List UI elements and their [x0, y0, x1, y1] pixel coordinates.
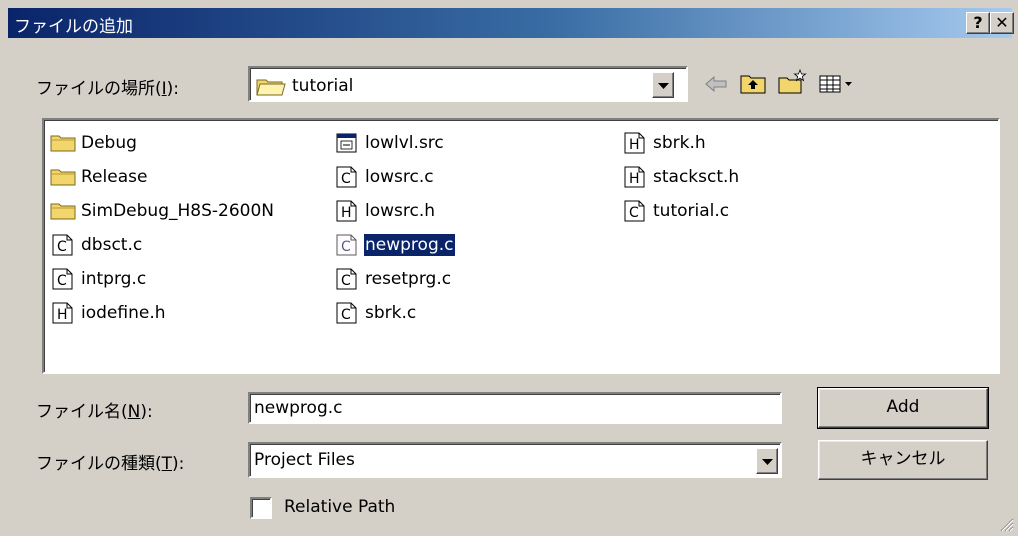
file-name-text: iodefine.h: [81, 303, 166, 323]
file-name-text: sbrk.c: [365, 303, 417, 323]
file-name-text: lowsrc.h: [365, 201, 436, 221]
svg-text:H: H: [629, 137, 640, 153]
svg-text:C: C: [341, 171, 351, 187]
folder-icon: [50, 166, 76, 191]
up-folder-icon[interactable]: [738, 66, 768, 102]
c-file-icon: C: [50, 268, 76, 295]
look-in-value: tutorial: [292, 76, 354, 96]
c-file-icon: C: [334, 166, 360, 193]
h-file-icon: H: [50, 302, 76, 329]
file-name-text: Release: [81, 167, 148, 187]
file-list[interactable]: Debug Release SimDebug_H8S-2600N Cdbsct.c Ci…: [42, 118, 1000, 374]
c-file-icon: C: [334, 302, 360, 329]
svg-text:C: C: [629, 205, 639, 221]
file-name-text: stacksct.h: [653, 167, 740, 187]
file-name-text: newprog.c: [363, 233, 456, 257]
relative-path-label[interactable]: Relative Path: [284, 497, 395, 517]
svg-text:C: C: [57, 273, 67, 289]
look-in-combo[interactable]: tutorial: [248, 66, 688, 102]
file-name-input[interactable]: newprog.c: [248, 392, 782, 424]
relative-path-checkbox[interactable]: [250, 497, 272, 519]
view-menu-icon[interactable]: [818, 66, 856, 102]
h-file-icon: H: [622, 166, 648, 193]
resize-grip-icon[interactable]: [998, 516, 1014, 532]
file-name-label: ファイル名(N):: [36, 402, 153, 422]
folder-icon: [50, 200, 76, 225]
asm-file-icon: [334, 132, 360, 159]
file-type-dropdown-button[interactable]: [756, 448, 778, 474]
c-file-icon: C: [50, 234, 76, 261]
back-arrow-icon[interactable]: [702, 66, 730, 102]
file-name-text: intprg.c: [81, 269, 147, 289]
file-name-text: sbrk.h: [653, 133, 706, 153]
c-file-icon: C: [334, 234, 360, 261]
title-bar[interactable]: ファイルの追加 ? ✕: [8, 8, 1014, 38]
file-name-text: dbsct.c: [81, 235, 143, 255]
file-name-value: newprog.c: [254, 398, 343, 418]
svg-text:C: C: [57, 239, 67, 255]
h-file-icon: H: [622, 132, 648, 159]
c-file-icon: C: [622, 200, 648, 227]
folder-icon: [50, 132, 76, 157]
chevron-down-icon: [762, 459, 773, 465]
svg-text:H: H: [629, 171, 640, 187]
file-name-text: SimDebug_H8S-2600N: [81, 201, 274, 221]
file-type-label: ファイルの種類(T):: [36, 454, 185, 474]
file-name-text: resetprg.c: [365, 269, 452, 289]
add-button[interactable]: Add: [817, 387, 989, 429]
help-icon: ?: [973, 13, 983, 32]
svg-text:C: C: [341, 307, 351, 323]
svg-text:C: C: [341, 239, 351, 255]
svg-text:H: H: [341, 205, 352, 221]
h-file-icon: H: [334, 200, 360, 227]
svg-text:C: C: [341, 273, 351, 289]
help-button[interactable]: ?: [966, 12, 990, 34]
close-icon: ✕: [995, 13, 1009, 32]
file-name-text: tutorial.c: [653, 201, 730, 221]
look-in-label: ファイルの場所(I):: [36, 79, 180, 99]
open-folder-icon: [256, 79, 286, 96]
close-button[interactable]: ✕: [990, 12, 1014, 34]
c-file-icon: C: [334, 268, 360, 295]
cancel-button[interactable]: キャンセル: [818, 440, 988, 480]
file-name-text: lowlvl.src: [365, 133, 444, 153]
file-name-text: lowsrc.c: [365, 167, 434, 187]
file-type-value: Project Files: [254, 450, 355, 470]
look-in-dropdown-button[interactable]: [652, 72, 674, 98]
svg-text:H: H: [57, 307, 68, 323]
chevron-down-icon: [658, 83, 669, 89]
add-file-dialog: ファイルの追加 ? ✕ ファイルの場所(I): tutorial Debug Re…: [0, 0, 1018, 536]
new-folder-icon[interactable]: [776, 66, 808, 102]
file-type-combo[interactable]: Project Files: [248, 442, 782, 478]
file-name-text: Debug: [81, 133, 137, 153]
window-title: ファイルの追加: [14, 17, 133, 37]
